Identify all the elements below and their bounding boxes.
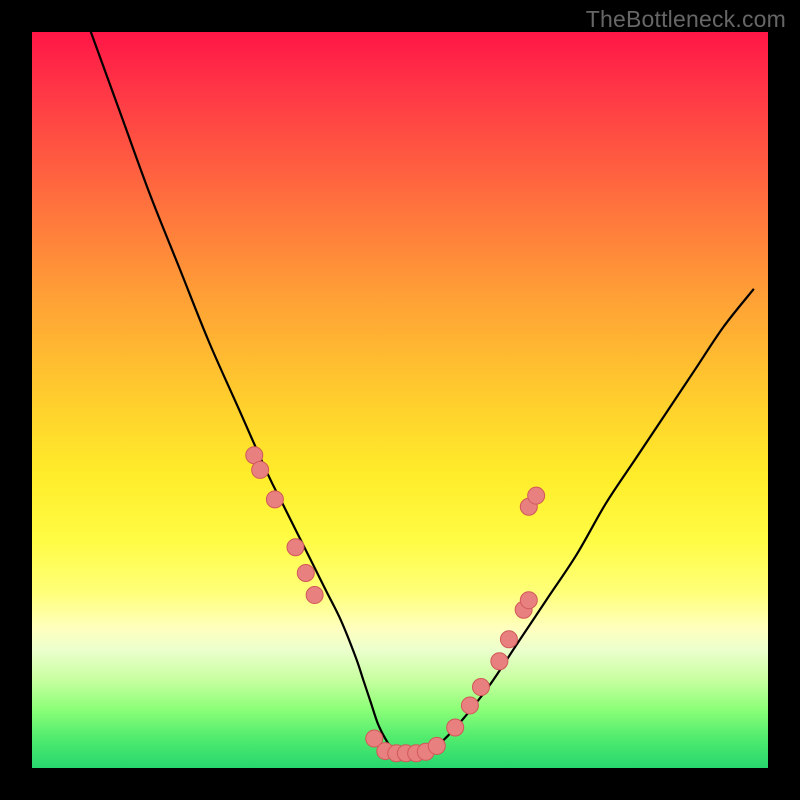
data-marker <box>287 539 304 556</box>
watermark-text: TheBottleneck.com <box>586 6 786 33</box>
data-marker <box>491 653 508 670</box>
data-marker <box>297 564 314 581</box>
data-marker <box>520 592 537 609</box>
curve-markers <box>246 447 545 762</box>
chart-frame <box>32 32 768 768</box>
data-marker <box>306 587 323 604</box>
data-marker <box>500 631 517 648</box>
data-marker <box>472 679 489 696</box>
data-marker <box>461 697 478 714</box>
data-marker <box>447 719 464 736</box>
bottleneck-curve <box>91 32 753 754</box>
data-marker <box>266 491 283 508</box>
data-marker <box>428 737 445 754</box>
data-marker <box>528 487 545 504</box>
data-marker <box>252 461 269 478</box>
chart-svg <box>32 32 768 768</box>
